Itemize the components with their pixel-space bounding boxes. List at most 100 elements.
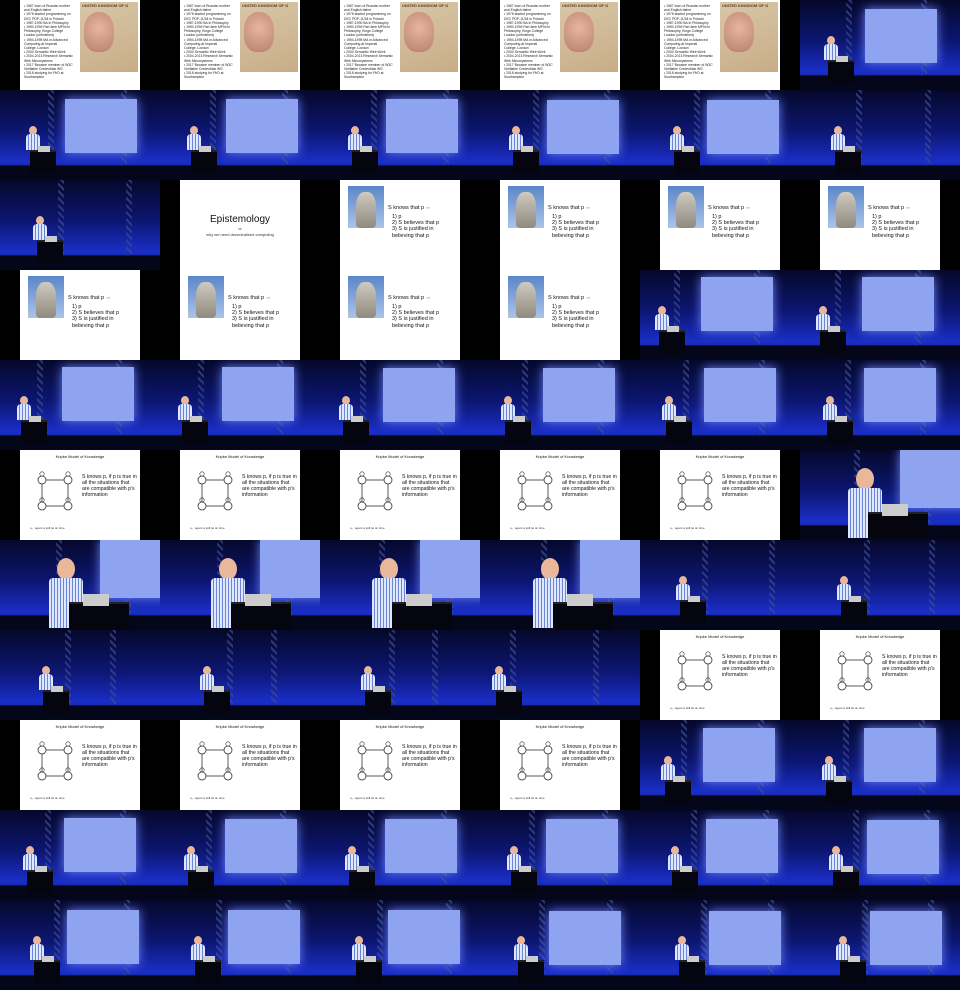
video-thumbnail[interactable]: Kripke Model of Knowledge S knows p, if p… [160,720,320,810]
video-thumbnail[interactable] [800,810,960,900]
video-thumbnail[interactable] [640,810,800,900]
podium [343,420,370,444]
video-thumbnail[interactable] [800,720,960,810]
video-thumbnail[interactable]: Kripke Model of Knowledge S knows p, if p… [320,720,480,810]
definition-heading: S knows that p ⇔ [388,205,432,211]
definition-heading: S knows that p ⇔ [868,205,912,211]
kripke-slide: Kripke Model of Knowledge S knows p, if p… [660,630,780,720]
video-thumbnail[interactable] [480,90,640,180]
definition-line: 2) S believes that p [552,310,600,317]
video-thumbnail[interactable]: Epistemology or why we need decentralised … [160,180,320,270]
video-thumbnail[interactable] [800,450,960,540]
video-thumbnail[interactable] [0,810,160,900]
video-thumbnail[interactable]: Kripke Model of Knowledge S knows p, if p… [0,720,160,810]
kripke-slide: Kripke Model of Knowledge S knows p, if p… [180,720,300,810]
definition-line: 3) S is justified in [552,316,594,323]
video-thumbnail[interactable]: • 1967 born of Russian mother and Englis… [640,0,800,90]
video-thumbnail[interactable] [0,540,160,630]
projection-screen [543,367,616,422]
definition-heading: S knows that p ⇔ [708,205,752,211]
epistemology-slide: Epistemology or why we need decentralised … [180,180,300,270]
video-thumbnail[interactable] [640,270,800,360]
video-thumbnail[interactable] [0,630,160,720]
video-thumbnail[interactable] [160,630,320,720]
video-thumbnail[interactable] [480,540,640,630]
podium [504,420,531,444]
video-thumbnail[interactable] [320,540,480,630]
video-thumbnail[interactable]: S knows that p ⇔ 1) p 2) S believes that p… [320,270,480,360]
video-thumbnail[interactable]: • 1967 born of Russian mother and Englis… [0,0,160,90]
podium [356,960,383,984]
laptop [44,236,57,242]
passport-title: UNITED KINGDOM OF G [82,3,129,8]
video-thumbnail[interactable] [480,810,640,900]
video-thumbnail[interactable]: Kripke Model of Knowledge S knows p, if p… [480,720,640,810]
video-thumbnail[interactable] [320,630,480,720]
statue-image [828,186,864,228]
podium [819,330,846,354]
knowledge-definition-slide: S knows that p ⇔ 1) p 2) S believes that p… [340,180,460,270]
video-thumbnail[interactable]: S knows that p ⇔ 1) p 2) S believes that p… [800,180,960,270]
kripke-definition: S knows p, if p is true in all the situa… [242,744,297,768]
video-thumbnail[interactable] [160,90,320,180]
projection-screen [709,910,782,965]
video-thumbnail[interactable] [160,540,320,630]
video-thumbnail[interactable] [800,360,960,450]
video-thumbnail[interactable] [160,900,320,990]
laptop [525,956,538,962]
video-thumbnail[interactable] [480,900,640,990]
video-thumbnail[interactable]: • 1967 born of Russian mother and Englis… [320,0,480,90]
passport-title: UNITED KINGDOM OF G [242,3,289,8]
knowledge-definition-slide: S knows that p ⇔ 1) p 2) S believes that p… [500,270,620,360]
video-thumbnail[interactable]: Kripke Model of Knowledge S knows p, if p… [800,630,960,720]
video-thumbnail[interactable]: S knows that p ⇔ 1) p 2) S believes that p… [160,270,320,360]
projection-screen [861,277,934,331]
video-thumbnail[interactable]: Kripke Model of Knowledge S knows p, if p… [320,450,480,540]
video-thumbnail[interactable] [320,90,480,180]
video-thumbnail[interactable]: S knows that p ⇔ 1) p 2) S believes that p… [640,180,800,270]
definition-line: 3) S is justified in [72,316,114,323]
kripke-slide: Kripke Model of Knowledge S knows p, if p… [500,720,620,810]
video-thumbnail[interactable] [480,630,640,720]
video-thumbnail[interactable] [0,900,160,990]
video-thumbnail[interactable] [320,360,480,450]
video-thumbnail[interactable]: Kripke Model of Knowledge S knows p, if p… [640,450,800,540]
laptop [849,596,862,602]
podium [671,870,698,894]
video-thumbnail[interactable]: Kripke Model of Knowledge S knows p, if p… [160,450,320,540]
video-thumbnail[interactable] [640,90,800,180]
video-thumbnail[interactable] [800,270,960,360]
video-thumbnail[interactable]: S knows that p ⇔ 1) p 2) S believes that p… [0,270,160,360]
video-thumbnail[interactable]: S knows that p ⇔ 1) p 2) S believes that p… [320,180,480,270]
video-thumbnail[interactable]: S knows that p ⇔ 1) p 2) S believes that p… [480,270,640,360]
kripke-diagram [197,741,233,781]
video-thumbnail[interactable] [800,0,960,90]
podium [678,960,705,984]
video-thumbnail[interactable]: Kripke Model of Knowledge S knows p, if p… [0,450,160,540]
video-thumbnail[interactable] [0,180,160,270]
video-thumbnail[interactable] [480,360,640,450]
video-thumbnail[interactable] [640,720,800,810]
podium [517,960,544,984]
video-thumbnail[interactable]: • 1967 born of Russian mother and Englis… [160,0,320,90]
video-thumbnail[interactable] [320,810,480,900]
video-thumbnail[interactable] [640,360,800,450]
video-thumbnail[interactable] [160,360,320,450]
definition-line: 2) S believes that p [232,310,280,317]
video-thumbnail[interactable] [640,540,800,630]
video-thumbnail[interactable] [0,90,160,180]
video-thumbnail[interactable] [800,90,960,180]
laptop [405,594,432,606]
video-thumbnail[interactable]: Kripke Model of Knowledge S knows p, if p… [640,630,800,720]
video-thumbnail[interactable] [800,900,960,990]
video-thumbnail[interactable] [800,540,960,630]
definition-line: believing that p [392,232,429,239]
slide-title: Kripke Model of Knowledge [535,724,585,729]
video-thumbnail[interactable] [320,900,480,990]
video-thumbnail[interactable] [0,360,160,450]
video-thumbnail[interactable] [160,810,320,900]
video-thumbnail[interactable] [640,900,800,990]
video-thumbnail[interactable]: S knows that p ⇔ 1) p 2) S believes that p… [480,180,640,270]
video-thumbnail[interactable]: Kripke Model of Knowledge S knows p, if p… [480,450,640,540]
video-thumbnail[interactable]: • 1967 born of Russian mother and Englis… [480,0,640,90]
